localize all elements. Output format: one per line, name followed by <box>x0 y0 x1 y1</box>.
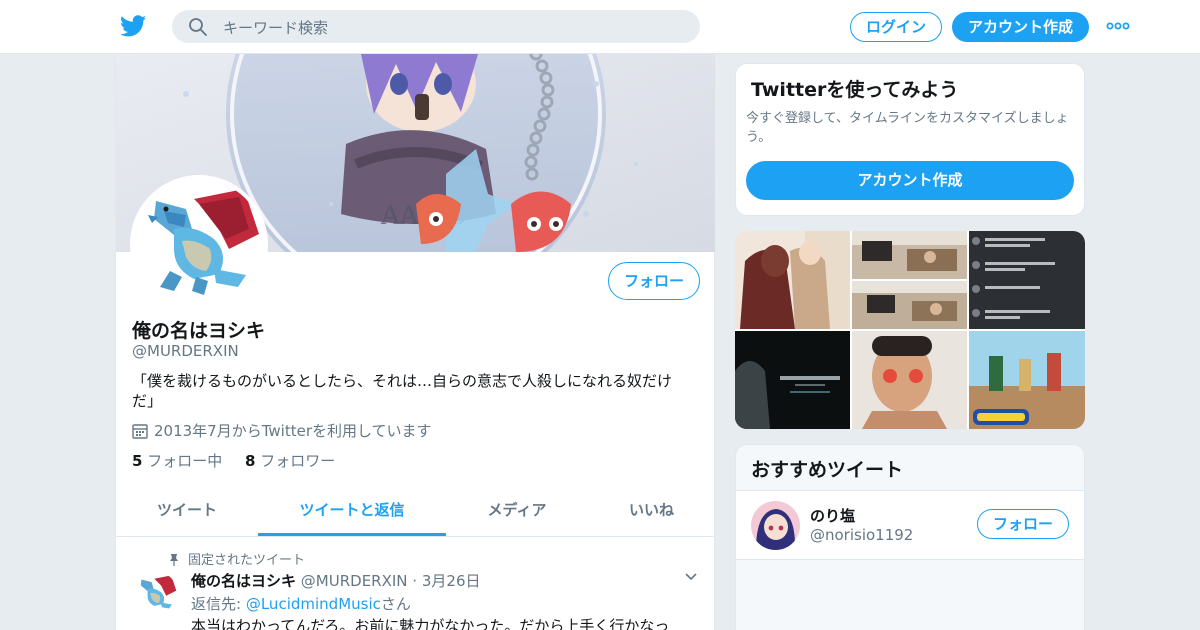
media-image-room <box>852 281 967 329</box>
profile-bio: 「僕を裁けるものがいるとしたら、それは…自らの意志で人殺しになれる奴だけだ」 <box>132 372 673 410</box>
tab-tweets[interactable]: ツイート <box>116 486 258 536</box>
search-bar[interactable]: キーワード検索 <box>172 10 700 43</box>
tweet-date[interactable]: 3月26日 <box>422 572 481 590</box>
signup-card-description: 今すぐ登録して、タイムラインをカスタマイズしましょう。 <box>746 111 1069 145</box>
pinned-label: 固定されたツイート <box>188 553 306 568</box>
reply-prefix: 返信先: <box>191 595 242 613</box>
tweet-author-handle[interactable]: @MURDERXIN <box>301 572 408 590</box>
twitter-bird-icon[interactable] <box>120 14 146 38</box>
media-thumb[interactable] <box>852 281 967 329</box>
profile-name[interactable]: 俺の名はヨシキ <box>132 316 265 343</box>
reply-context: 返信先: @LucidmindMusicさん <box>191 593 411 614</box>
top-navigation-bar: キーワード検索 ログイン アカウント作成 <box>0 0 1200 54</box>
joined-text: 2013年7月からTwitterを利用しています <box>154 422 432 440</box>
profile-column: AAITO <box>115 54 715 630</box>
tab-tweets-and-replies[interactable]: ツイートと返信 <box>258 486 446 536</box>
reply-suffix: さん <box>380 595 411 613</box>
signup-card-title: Twitterを使ってみよう <box>751 79 959 101</box>
reply-mention-link[interactable]: @LucidmindMusic <box>246 595 381 613</box>
recommended-title: おすすめツイート <box>751 459 904 481</box>
signup-button[interactable]: アカウント作成 <box>952 12 1089 42</box>
media-image-anime-scene <box>969 331 1085 429</box>
salamence-avatar-art <box>134 179 264 309</box>
recommended-avatar-art <box>751 501 800 550</box>
media-image-illustration <box>735 231 850 329</box>
media-grid <box>735 231 1085 429</box>
media-image-anime-poster <box>735 331 850 429</box>
tweet-text: 本当はわかってんだろ。お前に魅力がなかった。だから上手く行かなっ <box>191 617 670 630</box>
followers-label: フォロワー <box>260 452 336 470</box>
follow-button[interactable]: フォロー <box>608 262 700 300</box>
search-icon <box>189 18 207 36</box>
tweet-author-name[interactable]: 俺の名はヨシキ <box>191 572 296 590</box>
tweet-avatar-art <box>134 572 178 616</box>
media-image-room <box>852 231 967 279</box>
pin-icon <box>170 554 178 566</box>
profile-tabs: ツイート ツイートと返信 メディア いいね <box>116 486 715 537</box>
media-thumb[interactable] <box>735 231 850 329</box>
recommended-tweets-card: おすすめツイート のり塩 @norisio1192 フォロー <box>735 444 1085 630</box>
following-label: フォロー中 <box>147 452 223 470</box>
more-options-icon[interactable] <box>1106 16 1130 36</box>
tweet-separator: · <box>412 572 418 590</box>
following-link[interactable]: 5 フォロー中 <box>132 452 222 470</box>
recommended-user-name[interactable]: のり塩 <box>810 505 855 526</box>
recommended-follow-button[interactable]: フォロー <box>977 509 1069 539</box>
chevron-down-icon[interactable] <box>684 570 698 584</box>
following-count: 5 <box>132 452 143 470</box>
recommended-user-row[interactable]: のり塩 @norisio1192 フォロー <box>736 490 1084 560</box>
media-thumb[interactable] <box>735 331 850 429</box>
signup-card-button[interactable]: アカウント作成 <box>746 161 1074 200</box>
media-image-photo <box>852 331 967 429</box>
tweet-avatar[interactable] <box>134 572 178 616</box>
followers-count: 8 <box>245 452 256 470</box>
pinned-tweet[interactable]: 固定されたツイート 俺の名はヨシキ @MURDERXIN · 3月26日 返信先… <box>116 538 715 630</box>
media-thumb[interactable] <box>969 231 1085 329</box>
calendar-icon <box>132 424 148 439</box>
media-thumb[interactable] <box>852 331 967 429</box>
media-image-chat <box>969 231 1085 329</box>
follow-stats: 5 フォロー中 8 フォロワー <box>132 450 335 471</box>
tweet-header: 俺の名はヨシキ @MURDERXIN · 3月26日 <box>191 570 481 591</box>
recommended-user-handle: @norisio1192 <box>810 526 914 544</box>
signup-card: Twitterを使ってみよう 今すぐ登録して、タイムラインをカスタマイズしましょ… <box>735 63 1085 216</box>
recommended-user-avatar[interactable] <box>751 501 800 550</box>
followers-link[interactable]: 8 フォロワー <box>245 452 335 470</box>
profile-handle: @MURDERXIN <box>132 342 239 360</box>
media-thumb[interactable] <box>852 231 967 279</box>
profile-avatar[interactable] <box>130 175 268 313</box>
pinned-label-row: 固定されたツイート <box>168 549 305 568</box>
joined-date: 2013年7月からTwitterを利用しています <box>132 420 432 441</box>
tab-media[interactable]: メディア <box>446 486 588 536</box>
media-thumb[interactable] <box>969 331 1085 429</box>
search-input[interactable]: キーワード検索 <box>223 17 328 38</box>
tab-likes[interactable]: いいね <box>588 486 715 536</box>
login-button[interactable]: ログイン <box>850 12 942 42</box>
